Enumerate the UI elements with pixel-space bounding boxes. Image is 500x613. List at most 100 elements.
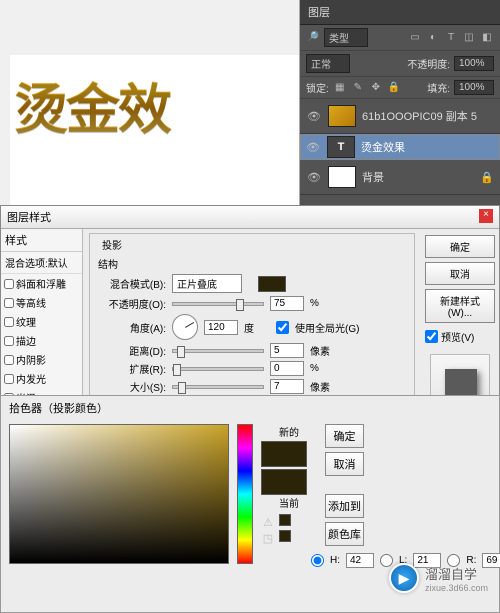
layer-item-background[interactable]: 👁 背景 🔒: [300, 160, 500, 195]
artboard: 烫金效: [10, 55, 299, 205]
lock-icon: 🔒: [480, 171, 494, 184]
effect-inner-glow[interactable]: 内发光: [1, 369, 82, 388]
layer-thumbnail[interactable]: [328, 166, 356, 188]
blend-mode-select[interactable]: 正常: [306, 54, 350, 73]
filter-shape-icon[interactable]: ◫: [462, 31, 476, 45]
spread-slider[interactable]: [172, 367, 264, 371]
h-input[interactable]: 42: [346, 553, 374, 568]
opacity-input[interactable]: 75: [270, 296, 304, 311]
effect-checkbox[interactable]: [4, 336, 14, 346]
watermark: ▶ 溜溜自学 zixue.3d66.com: [389, 563, 488, 593]
add-swatch-button[interactable]: 添加到: [325, 494, 364, 518]
watermark-url: zixue.3d66.com: [425, 583, 488, 593]
size-input[interactable]: 7: [270, 379, 304, 394]
angle-unit: 度: [244, 320, 270, 335]
lock-label: 锁定:: [306, 80, 329, 95]
layer-thumbnail[interactable]: T: [327, 136, 355, 158]
spread-unit: %: [310, 363, 336, 374]
filter-type-icon[interactable]: T: [444, 31, 458, 45]
watermark-brand: 溜溜自学: [425, 564, 488, 583]
styles-header[interactable]: 样式: [1, 229, 82, 252]
layer-item-gold[interactable]: 👁 61b1OOOPIC09 副本 5: [300, 99, 500, 134]
blend-mode-select[interactable]: 正片叠底: [172, 274, 242, 293]
layers-tab[interactable]: 图层: [300, 0, 500, 25]
filter-adjust-icon[interactable]: ◐: [426, 31, 440, 45]
angle-input[interactable]: 120: [204, 320, 238, 335]
lock-pixels-icon[interactable]: ✎: [351, 81, 365, 95]
h-label: H:: [330, 555, 340, 566]
size-unit: 像素: [310, 379, 336, 394]
section-title: 投影: [98, 237, 126, 252]
effect-checkbox[interactable]: [4, 374, 14, 384]
cube-icon[interactable]: ◳: [261, 531, 275, 545]
spread-label: 扩展(R):: [98, 361, 166, 376]
layer-thumbnail[interactable]: [328, 105, 356, 127]
effect-inner-shadow[interactable]: 内阴影: [1, 350, 82, 369]
effect-checkbox[interactable]: [4, 355, 14, 365]
blend-mode-label: 混合模式(B):: [98, 276, 166, 291]
shadow-color-swatch[interactable]: [258, 276, 286, 292]
ok-button[interactable]: 确定: [425, 235, 495, 258]
layer-item-text[interactable]: 👁 T 烫金效果: [300, 134, 500, 160]
close-button[interactable]: ×: [479, 209, 493, 223]
filter-pixel-icon[interactable]: ▭: [408, 31, 422, 45]
layer-name[interactable]: 61b1OOOPIC09 副本 5: [362, 108, 477, 124]
group-label: 结构: [98, 256, 406, 271]
layer-name[interactable]: 烫金效果: [361, 139, 405, 155]
size-label: 大小(S):: [98, 379, 166, 394]
angle-dial[interactable]: [172, 314, 198, 340]
visibility-toggle[interactable]: 👁: [306, 110, 322, 123]
search-icon: 🔎: [306, 31, 320, 45]
lock-position-icon[interactable]: ✥: [369, 81, 383, 95]
new-color-label: 新的: [261, 424, 317, 439]
warning-icon[interactable]: ⚠: [261, 516, 275, 530]
lock-transparent-icon[interactable]: ▦: [333, 81, 347, 95]
cancel-button[interactable]: 取消: [425, 262, 495, 285]
fill-field[interactable]: 100%: [454, 80, 494, 95]
h-radio[interactable]: [311, 554, 324, 567]
distance-slider[interactable]: [172, 349, 264, 353]
filter-type-select[interactable]: 类型: [324, 28, 368, 47]
hue-slider[interactable]: [237, 424, 253, 564]
visibility-toggle[interactable]: 👁: [306, 171, 322, 184]
opacity-field[interactable]: 100%: [454, 56, 494, 71]
layers-panel: 图层 🔎 类型 ▭ ◐ T ◫ ◧ 正常 不透明度: 100% 锁定: ▦ ✎ …: [300, 0, 500, 205]
new-style-button[interactable]: 新建样式(W)...: [425, 289, 495, 323]
preview-checkbox[interactable]: [425, 330, 438, 343]
websafe-swatch[interactable]: [279, 514, 291, 526]
distance-label: 距离(D):: [98, 343, 166, 358]
saturation-value-field[interactable]: [9, 424, 229, 564]
filter-smart-icon[interactable]: ◧: [480, 31, 494, 45]
effect-bevel[interactable]: 斜面和浮雕: [1, 274, 82, 293]
angle-label: 角度(A):: [98, 320, 166, 335]
distance-input[interactable]: 5: [270, 343, 304, 358]
effect-preview: [430, 354, 490, 401]
effect-checkbox[interactable]: [4, 317, 14, 327]
effect-checkbox[interactable]: [4, 279, 14, 289]
layer-name[interactable]: 背景: [362, 169, 384, 185]
effect-texture[interactable]: 纹理: [1, 312, 82, 331]
global-light-checkbox[interactable]: [276, 321, 289, 334]
dialog-title: 图层样式: [7, 209, 51, 225]
picker-cancel-button[interactable]: 取消: [325, 452, 364, 476]
nearest-swatch[interactable]: [279, 530, 291, 542]
effect-stroke[interactable]: 描边: [1, 331, 82, 350]
color-library-button[interactable]: 颜色库: [325, 522, 364, 546]
spread-input[interactable]: 0: [270, 361, 304, 376]
effect-contour[interactable]: 等高线: [1, 293, 82, 312]
fill-label: 填充:: [427, 80, 450, 95]
opacity-unit: %: [310, 298, 336, 309]
new-color-swatch: [261, 441, 307, 467]
blending-options[interactable]: 混合选项:默认: [1, 252, 82, 274]
opacity-slider[interactable]: [172, 302, 264, 306]
gold-text-layer: 烫金效: [10, 55, 299, 144]
effect-checkbox[interactable]: [4, 298, 14, 308]
lock-all-icon[interactable]: 🔒: [387, 81, 401, 95]
size-slider[interactable]: [172, 385, 264, 389]
opacity-label: 不透明度:: [407, 56, 450, 71]
current-color-label: 当前: [261, 495, 317, 510]
global-light-label: 使用全局光(G): [295, 320, 359, 335]
picker-ok-button[interactable]: 确定: [325, 424, 364, 448]
preview-label: 预览(V): [441, 329, 474, 344]
visibility-toggle[interactable]: 👁: [305, 141, 321, 154]
